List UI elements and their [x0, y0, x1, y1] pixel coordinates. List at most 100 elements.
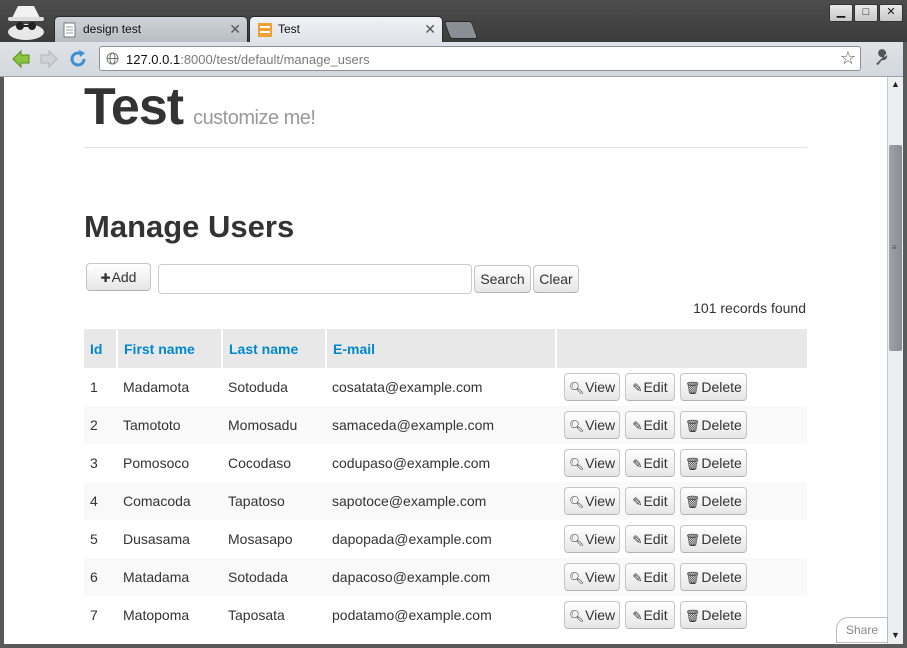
add-button[interactable]: ✚Add	[86, 263, 151, 291]
column-header-last-name[interactable]: Last name	[222, 329, 327, 368]
brand-tagline: customize me!	[193, 107, 316, 129]
view-button[interactable]: 🔍︎View	[564, 563, 620, 591]
cell-last: Momosadu	[222, 406, 326, 444]
edit-button[interactable]: ✎Edit	[625, 411, 675, 439]
trash-icon: 🗑︎	[685, 571, 701, 585]
close-tab-icon[interactable]: ✕	[229, 21, 241, 38]
delete-button[interactable]: 🗑︎Delete	[680, 487, 747, 515]
edit-button[interactable]: ✎Edit	[625, 449, 675, 477]
edit-button-label: Edit	[643, 607, 668, 623]
row-actions: 🔍︎View ✎Edit 🗑︎Delete	[562, 444, 807, 482]
window-frame-right	[903, 42, 907, 648]
address-bar[interactable]: 127.0.0.1:8000/test/default/manage_users…	[99, 46, 861, 71]
pencil-icon: ✎	[632, 609, 643, 623]
tab-design-test[interactable]: design test ✕	[54, 16, 248, 42]
cell-last: Mosasapo	[228, 531, 293, 547]
scroll-grip-icon: ≡	[892, 243, 897, 252]
scroll-up-arrow-icon[interactable]: ▲	[891, 79, 900, 89]
row-actions: 🔍︎View ✎Edit 🗑︎Delete	[562, 406, 807, 444]
edit-button-label: Edit	[643, 379, 668, 395]
table-row: 7 Matopoma Taposata podatamo@example.com 🔍︎V…	[84, 596, 807, 634]
browser-toolbar: 127.0.0.1:8000/test/default/manage_users…	[0, 42, 907, 77]
column-header-first-name[interactable]: First name	[117, 329, 223, 368]
cell-id: 2	[84, 406, 117, 444]
back-arrow-icon[interactable]	[10, 48, 32, 70]
brand: Test customize me!	[84, 77, 316, 137]
edit-button[interactable]: ✎Edit	[625, 487, 675, 515]
table-row: 4 Comacoda Tapatoso sapotoce@example.com 🔍︎V…	[84, 482, 807, 520]
tab-test[interactable]: Test ✕	[249, 16, 443, 43]
delete-button-label: Delete	[701, 531, 742, 547]
window-frame-bottom	[0, 644, 907, 648]
column-header-id[interactable]: Id	[84, 329, 118, 368]
forward-arrow-icon[interactable]	[38, 48, 60, 70]
share-button[interactable]: Share	[836, 617, 888, 643]
reload-icon[interactable]	[67, 48, 89, 70]
web2py-icon	[258, 23, 272, 37]
bookmark-star-icon[interactable]: ☆	[840, 48, 856, 69]
new-tab-button[interactable]	[443, 21, 479, 39]
row-actions: 🔍︎View ✎Edit 🗑︎Delete	[562, 482, 807, 520]
cell-actions: 🔍︎View ✎Edit 🗑︎Delete	[556, 482, 807, 520]
delete-button[interactable]: 🗑︎Delete	[680, 373, 747, 401]
edit-button-label: Edit	[643, 417, 668, 433]
minimize-button[interactable]: ▁	[829, 4, 853, 22]
close-window-button[interactable]: ✕	[879, 4, 903, 22]
cell-last: Sotoduda	[228, 379, 288, 395]
table-row: 6 Matadama Sotodada dapacoso@example.com 🔍︎V…	[84, 558, 807, 596]
cell-email: codupaso@example.com	[332, 455, 491, 471]
edit-button[interactable]: ✎Edit	[625, 563, 675, 591]
trash-icon: 🗑︎	[685, 533, 701, 547]
trash-icon: 🗑︎	[685, 495, 701, 509]
page-icon	[63, 22, 76, 38]
search-input[interactable]	[158, 264, 472, 294]
edit-button[interactable]: ✎Edit	[625, 373, 675, 401]
edit-button[interactable]: ✎Edit	[625, 601, 675, 629]
delete-button[interactable]: 🗑︎Delete	[680, 525, 747, 553]
view-button[interactable]: 🔍︎View	[564, 525, 620, 553]
tab-label: Test	[278, 22, 301, 36]
column-header-email[interactable]: E-mail	[326, 329, 557, 368]
records-count: 101 records found	[693, 300, 806, 316]
cell-first: Comacoda	[117, 482, 222, 520]
edit-button-label: Edit	[643, 493, 668, 509]
cell-id: 7	[90, 607, 98, 623]
view-button-label: View	[585, 531, 616, 547]
trash-icon: 🗑︎	[685, 457, 701, 471]
delete-button[interactable]: 🗑︎Delete	[680, 449, 747, 477]
cell-last: Tapatoso	[222, 482, 326, 520]
edit-button-label: Edit	[643, 455, 668, 471]
search-button[interactable]: Search	[474, 265, 531, 293]
view-button[interactable]: 🔍︎View	[564, 449, 620, 477]
delete-button[interactable]: 🗑︎Delete	[680, 601, 747, 629]
delete-button-label: Delete	[701, 569, 742, 585]
view-button[interactable]: 🔍︎View	[564, 601, 620, 629]
magnifier-icon: 🔍︎	[568, 533, 585, 547]
scroll-down-arrow-icon[interactable]: ▼	[891, 630, 900, 640]
row-actions: 🔍︎View ✎Edit 🗑︎Delete	[562, 596, 807, 634]
view-button-label: View	[585, 455, 616, 471]
cell-id: 6	[84, 558, 117, 596]
delete-button[interactable]: 🗑︎Delete	[680, 563, 747, 591]
vertical-scrollbar[interactable]: ▲ ≡ ▼	[887, 77, 904, 644]
brand-title[interactable]: Test	[84, 78, 184, 136]
delete-button[interactable]: 🗑︎Delete	[680, 411, 747, 439]
close-tab-icon[interactable]: ✕	[424, 21, 436, 38]
view-button[interactable]: 🔍︎View	[564, 411, 620, 439]
cell-id: 1	[90, 379, 98, 395]
tab-label: design test	[83, 22, 142, 36]
view-button[interactable]: 🔍︎View	[564, 373, 620, 401]
edit-button[interactable]: ✎Edit	[625, 525, 675, 553]
plus-icon: ✚	[100, 271, 111, 285]
maximize-button[interactable]: □	[854, 4, 878, 22]
table-row: 5 Dusasama Mosasapo dapopada@example.com 🔍︎V…	[84, 520, 807, 558]
delete-button-label: Delete	[701, 379, 742, 395]
cell-id: 4	[84, 482, 117, 520]
clear-button[interactable]: Clear	[533, 265, 579, 293]
header-divider	[84, 147, 807, 148]
table-row: 1 Madamota Sotoduda cosatata@example.com 🔍︎V…	[84, 368, 807, 406]
view-button[interactable]: 🔍︎View	[564, 487, 620, 515]
pencil-icon: ✎	[632, 495, 643, 509]
wrench-icon[interactable]	[873, 49, 891, 67]
url-path: :8000/test/default/manage_users	[180, 52, 370, 67]
